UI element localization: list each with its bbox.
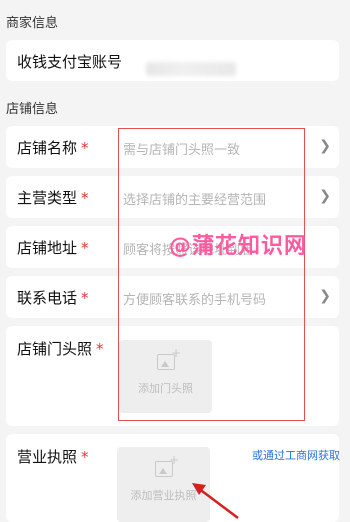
chevron-right-icon: ❯	[319, 288, 331, 304]
storefront-upload-caption: 添加门头照	[138, 382, 193, 395]
contact-phone-placeholder: 方便顾客联系的手机号码	[123, 293, 267, 308]
required-mark: *	[81, 289, 89, 307]
alipay-account-value-blurred	[146, 62, 236, 76]
chevron-right-icon: ❯	[319, 138, 331, 154]
watermark-text: @蒲花知识网	[169, 234, 308, 259]
required-mark: *	[81, 239, 89, 257]
storefront-photo-row: 店铺门头照 * + 添加门头照	[6, 326, 339, 426]
required-mark: *	[81, 139, 89, 157]
required-mark: *	[96, 340, 104, 358]
required-mark: *	[81, 448, 89, 466]
required-mark: *	[81, 189, 89, 207]
business-license-label: 营业执照 *	[17, 448, 89, 466]
storefront-upload-button[interactable]: + 添加门头照	[119, 340, 212, 413]
contact-phone-label: 联系电话 *	[17, 289, 89, 307]
storefront-photo-label: 店铺门头照 *	[17, 340, 104, 358]
store-address-label: 店铺地址 *	[17, 239, 89, 257]
business-type-row[interactable]: 主营类型 * 选择店铺的主要经营范围 ❯	[6, 176, 339, 218]
chevron-right-icon: ❯	[319, 188, 331, 204]
store-section-title: 店铺信息	[6, 102, 59, 117]
alipay-account-label: 收钱支付宝账号	[17, 53, 123, 71]
annotation-arrow-icon	[192, 483, 239, 519]
business-type-placeholder: 选择店铺的主要经营范围	[123, 193, 267, 208]
plus-icon: +	[169, 453, 180, 467]
store-name-label: 店铺名称 *	[17, 139, 89, 157]
contact-phone-row[interactable]: 联系电话 * 方便顾客联系的手机号码 ❯	[6, 276, 339, 318]
store-name-row[interactable]: 店铺名称 * 需与店铺门头照一致 ❯	[6, 126, 339, 168]
store-name-placeholder: 需与店铺门头照一致	[123, 143, 241, 158]
business-type-label: 主营类型 *	[17, 189, 89, 207]
plus-icon: +	[171, 346, 182, 360]
get-license-online-link[interactable]: 或通过工商网获取	[252, 447, 340, 463]
merchant-section-title: 商家信息	[6, 16, 59, 31]
alipay-account-row[interactable]: 收钱支付宝账号	[6, 40, 339, 81]
